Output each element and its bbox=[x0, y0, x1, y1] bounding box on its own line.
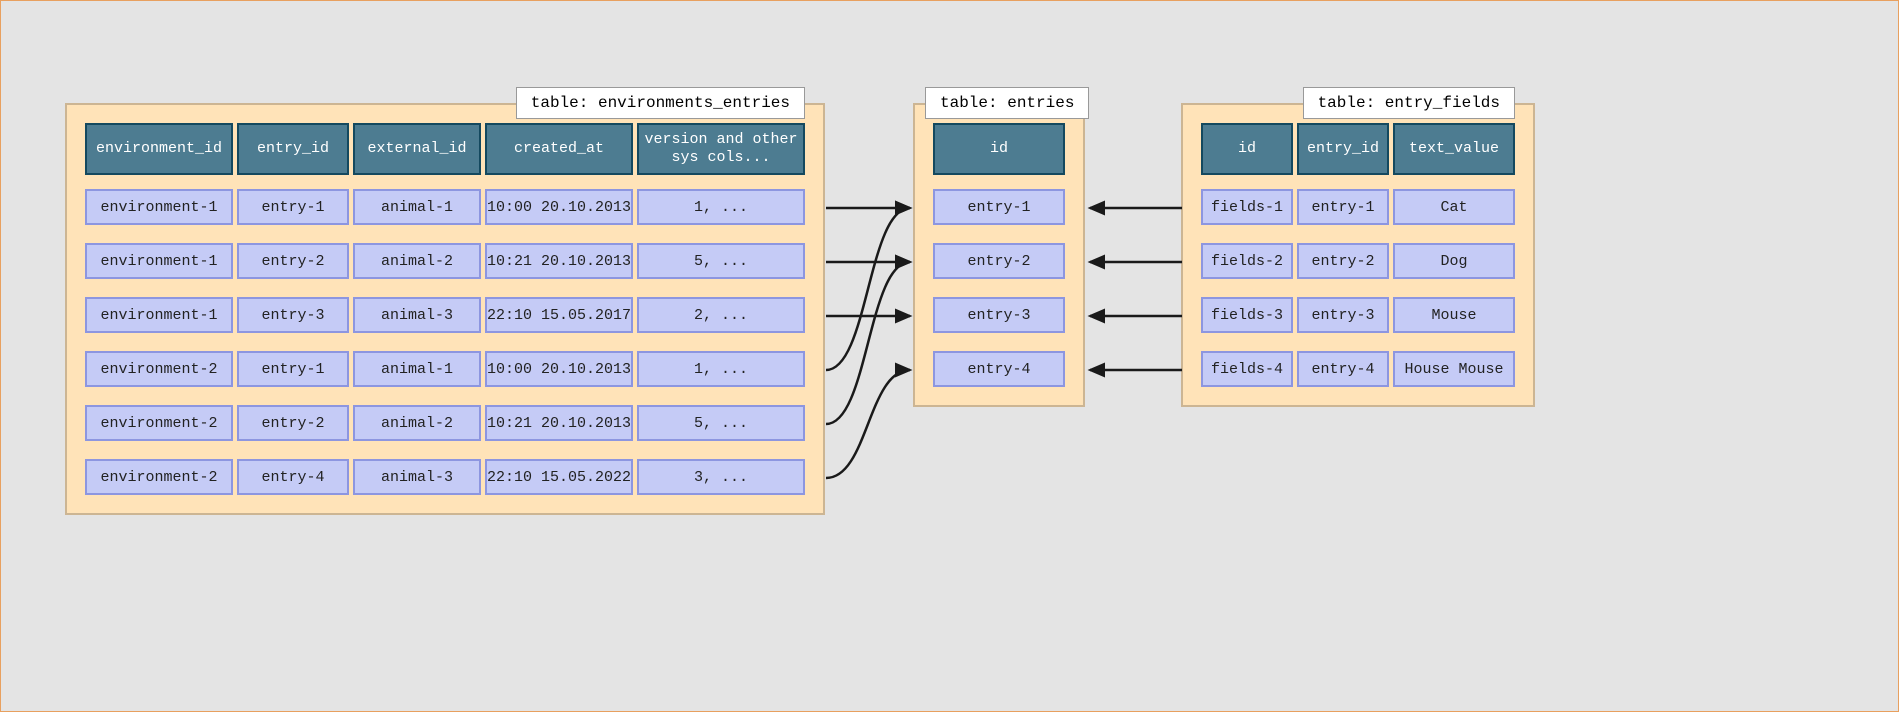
cell: environment-1 bbox=[85, 297, 233, 333]
diagram-canvas: table: environments_entries environment_… bbox=[1, 1, 1898, 711]
cell: fields-1 bbox=[1201, 189, 1293, 225]
cell: 2, ... bbox=[637, 297, 805, 333]
cell: fields-2 bbox=[1201, 243, 1293, 279]
cell: 10:00 20.10.2013 bbox=[485, 189, 633, 225]
table-row: entry-1 bbox=[933, 189, 1065, 225]
cell: animal-1 bbox=[353, 351, 481, 387]
column-header: id bbox=[1201, 123, 1293, 175]
cell: entry-1 bbox=[933, 189, 1065, 225]
cell: Cat bbox=[1393, 189, 1515, 225]
cell: 5, ... bbox=[637, 243, 805, 279]
column-header: text_value bbox=[1393, 123, 1515, 175]
cell: 5, ... bbox=[637, 405, 805, 441]
cell: environment-2 bbox=[85, 459, 233, 495]
table-row: fields-1 entry-1 Cat bbox=[1201, 189, 1515, 225]
cell: fields-4 bbox=[1201, 351, 1293, 387]
table-row: environment-2 entry-1 animal-1 10:00 20.… bbox=[85, 351, 805, 387]
column-header: version and other sys cols... bbox=[637, 123, 805, 175]
cell: 22:10 15.05.2022 bbox=[485, 459, 633, 495]
cell: entry-2 bbox=[933, 243, 1065, 279]
table-row: environment-1 entry-2 animal-2 10:21 20.… bbox=[85, 243, 805, 279]
table-row: fields-2 entry-2 Dog bbox=[1201, 243, 1515, 279]
cell: 10:21 20.10.2013 bbox=[485, 405, 633, 441]
table-row: entry-2 bbox=[933, 243, 1065, 279]
relationship-arrow bbox=[826, 262, 910, 424]
relationship-arrow bbox=[826, 370, 910, 478]
cell: fields-3 bbox=[1201, 297, 1293, 333]
cell: entry-1 bbox=[237, 351, 349, 387]
table-row: environment-1 entry-3 animal-3 22:10 15.… bbox=[85, 297, 805, 333]
column-header: created_at bbox=[485, 123, 633, 175]
cell: 3, ... bbox=[637, 459, 805, 495]
table-label: table: environments_entries bbox=[516, 87, 805, 119]
table-environments-entries: table: environments_entries environment_… bbox=[65, 103, 825, 515]
cell: 1, ... bbox=[637, 351, 805, 387]
table-row: environment-2 entry-2 animal-2 10:21 20.… bbox=[85, 405, 805, 441]
column-header: entry_id bbox=[1297, 123, 1389, 175]
cell: 10:21 20.10.2013 bbox=[485, 243, 633, 279]
table-row: environment-1 entry-1 animal-1 10:00 20.… bbox=[85, 189, 805, 225]
cell: entry-4 bbox=[1297, 351, 1389, 387]
cell: entry-4 bbox=[933, 351, 1065, 387]
cell: environment-2 bbox=[85, 405, 233, 441]
cell: animal-2 bbox=[353, 243, 481, 279]
column-header: id bbox=[933, 123, 1065, 175]
cell: entry-3 bbox=[237, 297, 349, 333]
column-header: entry_id bbox=[237, 123, 349, 175]
table-header-row: id entry_id text_value bbox=[1201, 123, 1515, 175]
table-header-row: environment_id entry_id external_id crea… bbox=[85, 123, 805, 175]
cell: 22:10 15.05.2017 bbox=[485, 297, 633, 333]
cell: animal-3 bbox=[353, 297, 481, 333]
cell: Mouse bbox=[1393, 297, 1515, 333]
cell: House Mouse bbox=[1393, 351, 1515, 387]
cell: entry-4 bbox=[237, 459, 349, 495]
cell: entry-3 bbox=[933, 297, 1065, 333]
column-header: environment_id bbox=[85, 123, 233, 175]
cell: entry-1 bbox=[1297, 189, 1389, 225]
table-label: table: entry_fields bbox=[1303, 87, 1515, 119]
cell: animal-1 bbox=[353, 189, 481, 225]
cell: animal-2 bbox=[353, 405, 481, 441]
cell: environment-1 bbox=[85, 243, 233, 279]
cell: entry-3 bbox=[1297, 297, 1389, 333]
table-row: fields-4 entry-4 House Mouse bbox=[1201, 351, 1515, 387]
cell: entry-2 bbox=[1297, 243, 1389, 279]
table-row: entry-3 bbox=[933, 297, 1065, 333]
cell: environment-1 bbox=[85, 189, 233, 225]
table-row: fields-3 entry-3 Mouse bbox=[1201, 297, 1515, 333]
table-label: table: entries bbox=[925, 87, 1089, 119]
table-entries: table: entries id entry-1 entry-2 entry-… bbox=[913, 103, 1085, 407]
cell: entry-1 bbox=[237, 189, 349, 225]
cell: environment-2 bbox=[85, 351, 233, 387]
table-header-row: id bbox=[933, 123, 1065, 175]
table-row: environment-2 entry-4 animal-3 22:10 15.… bbox=[85, 459, 805, 495]
cell: entry-2 bbox=[237, 405, 349, 441]
cell: Dog bbox=[1393, 243, 1515, 279]
cell: entry-2 bbox=[237, 243, 349, 279]
relationship-arrow bbox=[826, 208, 910, 370]
cell: 10:00 20.10.2013 bbox=[485, 351, 633, 387]
cell: animal-3 bbox=[353, 459, 481, 495]
table-entry-fields: table: entry_fields id entry_id text_val… bbox=[1181, 103, 1535, 407]
column-header: external_id bbox=[353, 123, 481, 175]
cell: 1, ... bbox=[637, 189, 805, 225]
table-row: entry-4 bbox=[933, 351, 1065, 387]
